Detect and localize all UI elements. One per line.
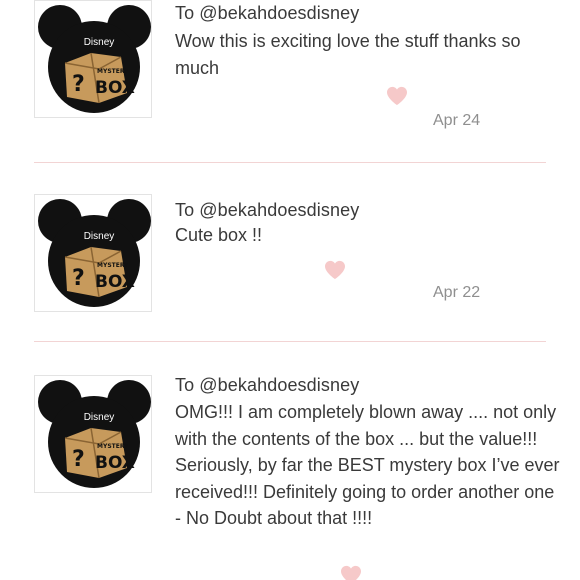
mickey-mystery-box-icon: ? MYSTERY BOX: [38, 199, 151, 307]
review-recipient[interactable]: To @bekahdoesdisney: [175, 3, 359, 24]
svg-text:BOX: BOX: [95, 272, 135, 292]
divider: [34, 162, 546, 163]
divider: [34, 341, 546, 342]
review-item: ? MYSTERY BOX Disney To @bekahdoesdisney…: [0, 164, 580, 342]
svg-text:BOX: BOX: [95, 453, 135, 473]
svg-text:MYSTERY: MYSTERY: [97, 68, 129, 75]
review-date: Apr 24: [433, 112, 481, 129]
svg-text:?: ?: [72, 266, 85, 291]
mickey-mystery-box-icon: ? MYSTERY BOX: [38, 380, 151, 488]
heart-icon[interactable]: [386, 86, 408, 106]
reviewer-avatar[interactable]: ? MYSTERY BOX Disney: [34, 375, 152, 493]
redacted-area: [498, 100, 552, 156]
heart-icon[interactable]: [324, 260, 346, 280]
redacted-area: [500, 276, 560, 338]
redacted-area: [366, 563, 556, 580]
review-text: OMG!!! I am completely blown away .... n…: [175, 402, 560, 529]
disney-label: Disney: [83, 231, 115, 242]
review-text: Wow this is exciting love the stuff than…: [175, 31, 521, 78]
review-recipient[interactable]: To @bekahdoesdisney: [175, 375, 359, 396]
heart-icon[interactable]: [340, 565, 362, 580]
svg-text:MYSTERY: MYSTERY: [97, 262, 129, 269]
svg-text:MYSTERY: MYSTERY: [97, 443, 129, 450]
svg-text:BOX: BOX: [95, 78, 135, 98]
review-item: ? MYSTERY BOX Disney To @bekahdoesdisney…: [0, 0, 580, 163]
review-date: Apr 22: [433, 284, 481, 301]
disney-label: Disney: [83, 412, 115, 423]
svg-text:?: ?: [72, 72, 85, 97]
svg-text:?: ?: [72, 447, 85, 472]
review-recipient[interactable]: To @bekahdoesdisney: [175, 200, 359, 221]
disney-label: Disney: [83, 37, 115, 48]
review-text: Cute box !!: [175, 225, 263, 245]
review-item: ? MYSTERY BOX Disney To @bekahdoesdisney…: [0, 343, 580, 580]
reviewer-avatar[interactable]: ? MYSTERY BOX Disney: [34, 194, 152, 312]
mickey-mystery-box-icon: ? MYSTERY BOX: [38, 5, 151, 113]
reviewer-avatar[interactable]: ? MYSTERY BOX Disney: [34, 0, 152, 118]
